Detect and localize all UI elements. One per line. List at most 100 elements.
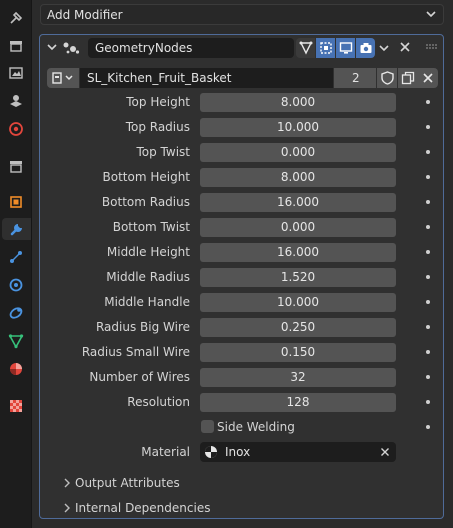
param-label: Middle Handle [104,295,190,309]
param-value-field[interactable]: 32 [200,368,396,387]
side-welding-label[interactable]: Side Welding [217,417,295,437]
param-value-field[interactable]: 16.000 [200,243,396,262]
param-value-field[interactable]: 0.000 [200,143,396,162]
internal-dependencies-subpanel[interactable]: Internal Dependencies [40,498,443,518]
param-value-field[interactable]: 10.000 [200,293,396,312]
param-row: Middle Radius 1.520 [40,267,443,287]
keyframe-dot[interactable] [426,425,430,429]
duplicate-icon [401,71,415,85]
material-sphere-icon [205,446,217,458]
keyframe-dot[interactable] [426,400,430,404]
param-label: Bottom Radius [101,195,190,209]
keyframe-dot[interactable] [426,175,430,179]
keyframe-dot[interactable] [426,100,430,104]
subpanel-label: Internal Dependencies [75,501,211,515]
node-group-browse-button[interactable] [47,68,79,88]
scene-icon [9,122,23,136]
tab-view-layer[interactable] [5,90,27,112]
tab-output[interactable] [5,62,27,84]
node-group-name-field[interactable]: SL_Kitchen_Fruit_Basket [80,68,333,88]
param-value-field[interactable]: 0.150 [200,343,396,362]
edit-mode-toggle[interactable] [296,38,315,58]
show-render-toggle[interactable] [356,38,375,58]
side-welding-checkbox[interactable] [201,420,214,433]
param-value-field[interactable]: 1.520 [200,268,396,287]
render-icon [10,41,22,52]
keyframe-dot[interactable] [426,325,430,329]
param-value-field[interactable]: 0.000 [200,218,396,237]
properties-tab-bar [0,0,32,528]
tab-scene[interactable] [5,118,27,140]
param-label: Top Radius [125,120,190,134]
node-group-selector: SL_Kitchen_Fruit_Basket 2 [47,68,438,88]
modifier-name-field[interactable]: GeometryNodes [88,38,294,58]
param-row: Radius Small Wire 0.150 [40,342,443,362]
material-label: Material [141,445,190,459]
close-icon[interactable] [398,40,412,54]
material-icon [10,363,22,375]
tab-texture[interactable] [5,395,27,417]
node-tree-icon [52,72,73,84]
shield-icon [380,71,394,85]
monitor-icon [339,42,352,54]
keyframe-dot[interactable] [426,150,430,154]
output-icon [9,67,23,79]
edit-mode-icon [299,41,312,55]
fake-user-button[interactable] [377,68,397,88]
param-row: Radius Big Wire 0.250 [40,317,443,337]
param-label: Number of Wires [89,370,190,384]
object-data-icon [8,334,24,349]
tab-render[interactable] [5,35,27,57]
particles-icon [10,251,22,263]
tool-icon [10,11,23,24]
param-row: Top Radius 10.000 [40,117,443,137]
tab-object-data[interactable] [5,330,27,352]
close-icon[interactable] [380,447,390,457]
unlink-node-group-button[interactable] [418,68,438,88]
keyframe-dot[interactable] [426,125,430,129]
add-modifier-dropdown[interactable]: Add Modifier [40,4,444,25]
keyframe-dot[interactable] [426,300,430,304]
chevron-right-icon [64,478,70,488]
show-viewport-toggle[interactable] [336,38,355,58]
output-attributes-subpanel[interactable]: Output Attributes [40,473,443,493]
param-row: Middle Handle 10.000 [40,292,443,312]
param-row: Bottom Radius 16.000 [40,192,443,212]
modifier-header: GeometryNodes [40,35,443,61]
tab-physics[interactable] [5,274,27,296]
keyframe-dot[interactable] [426,200,430,204]
keyframe-dot[interactable] [426,225,430,229]
param-row: Top Height 8.000 [40,92,443,112]
tab-object[interactable] [5,191,27,213]
material-field[interactable]: Inox [200,442,396,462]
camera-icon [360,43,371,53]
tab-particles[interactable] [5,246,27,268]
tab-material[interactable] [5,358,27,380]
keyframe-dot[interactable] [426,250,430,254]
param-row: Bottom Height 8.000 [40,167,443,187]
tab-tool[interactable] [5,7,27,29]
drag-handle-icon[interactable] [426,44,438,52]
param-value-field[interactable]: 8.000 [200,93,396,112]
keyframe-dot[interactable] [426,350,430,354]
param-value-field[interactable]: 10.000 [200,118,396,137]
duplicate-node-group-button[interactable] [398,68,418,88]
param-label: Top Twist [136,145,190,159]
on-cage-toggle[interactable] [316,38,335,58]
close-icon [423,73,433,83]
param-value-field[interactable]: 8.000 [200,168,396,187]
param-value-field[interactable]: 128 [200,393,396,412]
collapse-chevron-icon[interactable] [46,41,58,53]
param-label: Radius Big Wire [95,320,190,334]
keyframe-dot[interactable] [426,275,430,279]
tab-modifiers[interactable] [2,218,31,240]
tab-constraints[interactable] [5,302,27,324]
param-value-field[interactable]: 16.000 [200,193,396,212]
object-icon [10,196,22,208]
param-row: Bottom Twist 0.000 [40,217,443,237]
node-group-users-count[interactable]: 2 [334,68,376,88]
chevron-down-icon[interactable] [378,42,390,54]
tab-collection[interactable] [5,155,27,177]
param-value-field[interactable]: 0.250 [200,318,396,337]
keyframe-dot[interactable] [426,375,430,379]
